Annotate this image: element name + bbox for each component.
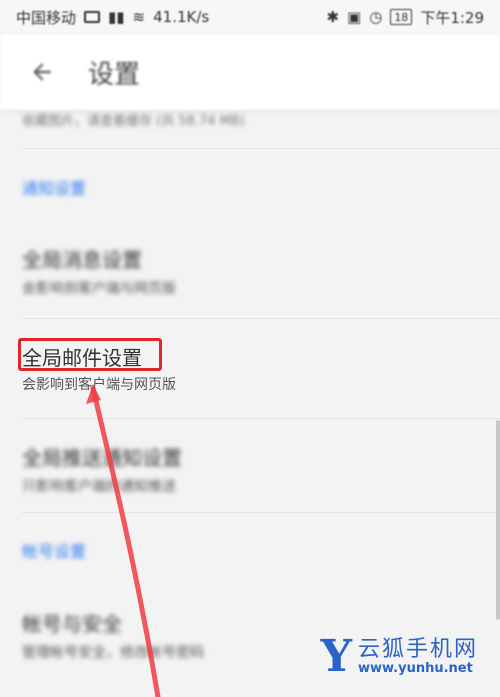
settings-item-title: 帐号与安全 <box>22 612 122 636</box>
scrollbar-thumb[interactable] <box>496 420 500 620</box>
clock-time: 下午1:29 <box>420 8 484 27</box>
status-left: 中国移动 ▮▮ ≋ 41.1K/s <box>16 7 209 28</box>
carrier-label: 中国移动 <box>16 8 77 27</box>
settings-item-global-message[interactable]: 全局消息设置 会影响到客户端与网页版 <box>0 230 500 310</box>
settings-list: 收藏图片，请查看缓存 (共 58.74 MB) 通知设置 全局消息设置 会影响到… <box>0 110 500 697</box>
bluetooth-icon: ✱ <box>326 8 340 26</box>
watermark-name: 云狐手机网 <box>357 636 478 662</box>
watermark: Y 云狐手机网 www.yunhu.net <box>321 635 478 679</box>
settings-item-global-push[interactable]: 全局推送通知设置 只影响客户端的通知推送 <box>0 428 500 508</box>
cache-info-text: 收藏图片，请查看缓存 (共 58.74 MB) <box>22 114 245 129</box>
page-title: 设置 <box>88 59 141 90</box>
divider <box>22 418 500 419</box>
settings-item-subtitle: 只影响客户端的通知推送 <box>22 479 176 495</box>
signal-icon: ▮▮ <box>108 8 125 26</box>
section-header-account: 帐号设置 <box>22 542 87 561</box>
back-button[interactable] <box>24 54 60 90</box>
network-speed: 41.1K/s <box>153 8 210 26</box>
settings-item-subtitle: 会影响到客户端与网页版 <box>22 377 176 393</box>
highlight-box <box>18 338 162 371</box>
divider <box>22 318 500 319</box>
settings-item-subtitle: 管理帐号安全，修改帐号密码 <box>22 645 204 661</box>
battery-icon: 18 <box>390 9 413 25</box>
status-right: ✱ ▣ ◷ 18 下午1:29 <box>326 7 484 28</box>
watermark-text: 云狐手机网 www.yunhu.net <box>357 636 478 676</box>
divider <box>22 512 500 513</box>
status-bar: 中国移动 ▮▮ ≋ 41.1K/s ✱ ▣ ◷ 18 下午1:29 <box>0 0 500 34</box>
arrow-left-icon <box>33 63 51 81</box>
alarm-icon: ◷ <box>369 8 383 26</box>
app-bar: 设置 <box>0 34 500 110</box>
settings-item-title: 全局推送通知设置 <box>22 446 182 470</box>
watermark-logo: Y <box>320 631 352 682</box>
settings-item-subtitle: 会影响到客户端与网页版 <box>22 281 176 297</box>
divider <box>22 148 500 149</box>
wifi-icon: ≋ <box>132 8 146 26</box>
nfc-icon: ▣ <box>347 8 362 26</box>
watermark-url: www.yunhu.net <box>357 660 473 676</box>
section-header-notification: 通知设置 <box>22 179 87 198</box>
settings-item-title: 全局消息设置 <box>22 248 142 272</box>
sim-icon <box>84 11 101 23</box>
settings-screen: 中国移动 ▮▮ ≋ 41.1K/s ✱ ▣ ◷ 18 下午1:29 设置 收藏图… <box>0 0 500 697</box>
